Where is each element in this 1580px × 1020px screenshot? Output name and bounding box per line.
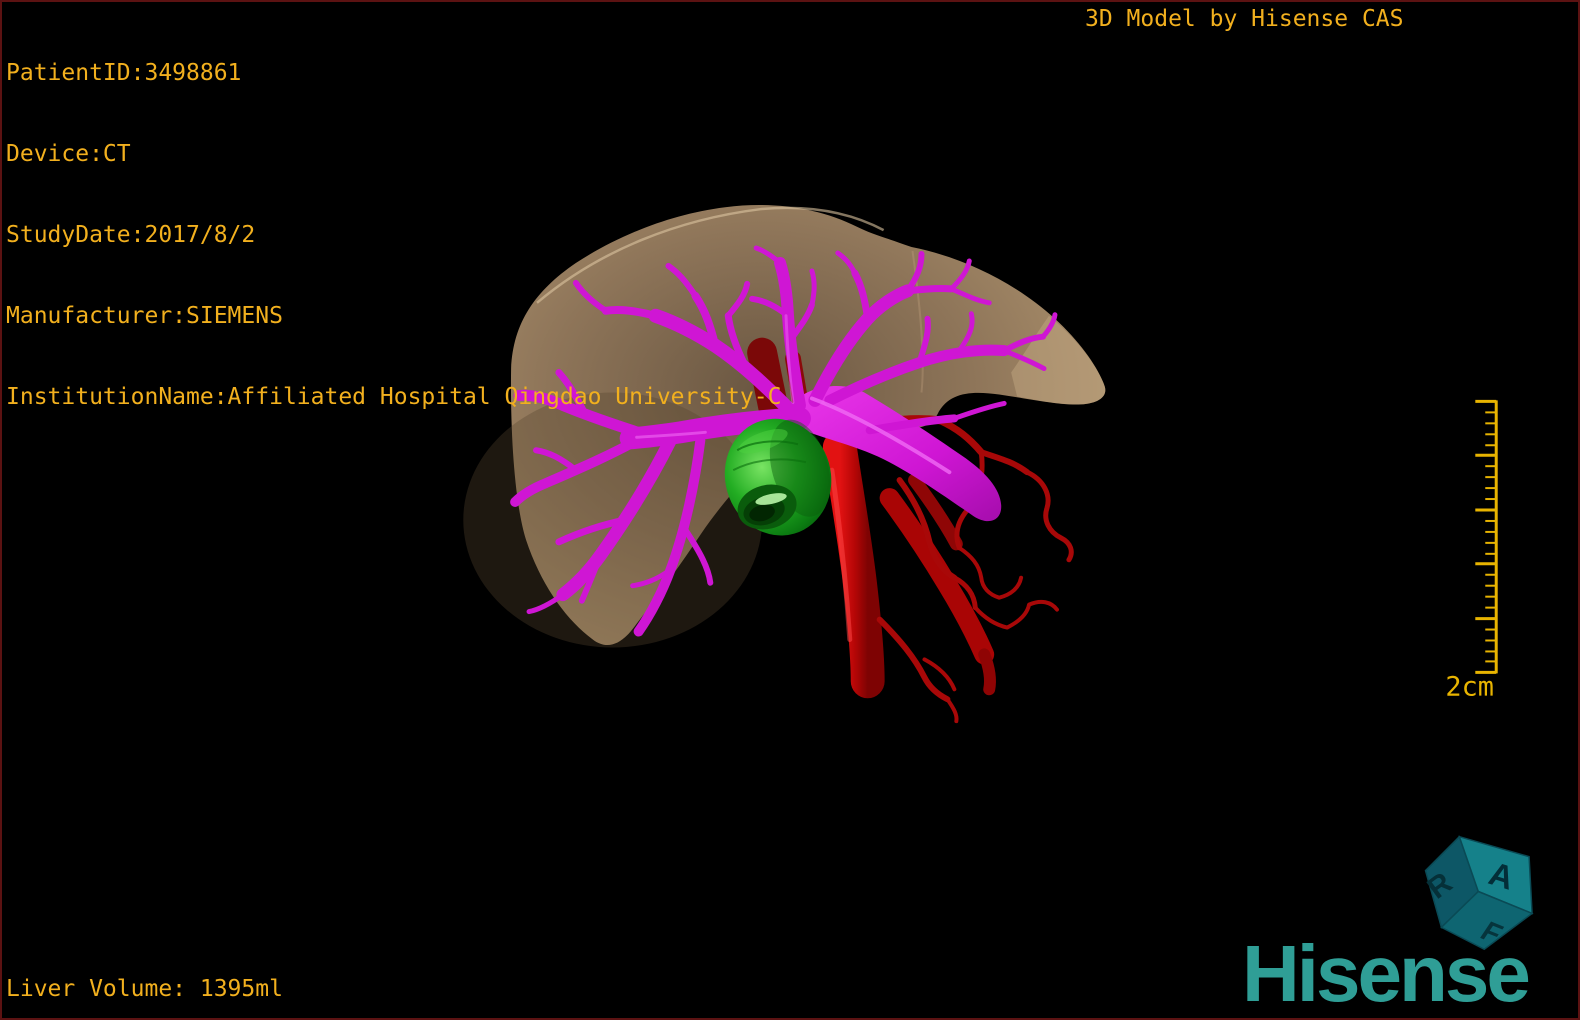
manufacturer-text: Manufacturer:SIEMENS (6, 303, 283, 329)
institution-text: InstitutionName:Affiliated Hospital Qing… (6, 384, 782, 410)
3d-viewport[interactable]: 2cm R A F PatientID:3498861 Device:CT St… (0, 0, 1580, 1020)
scale-label: 2cm (1445, 671, 1494, 702)
scale-ruler: 2cm (1445, 399, 1498, 702)
device-text: Device:CT (6, 141, 131, 167)
patient-info-block: PatientID:3498861 Device:CT StudyDate:20… (6, 6, 781, 465)
hisense-logo: Hisense (1242, 929, 1531, 1018)
study-date-text: StudyDate:2017/8/2 (6, 222, 256, 248)
watermark-text: 3D Model by Hisense CAS (1085, 6, 1404, 32)
liver-volume-text: Liver Volume: 1395ml (6, 976, 283, 1002)
patient-id-text: PatientID:3498861 (6, 60, 242, 86)
